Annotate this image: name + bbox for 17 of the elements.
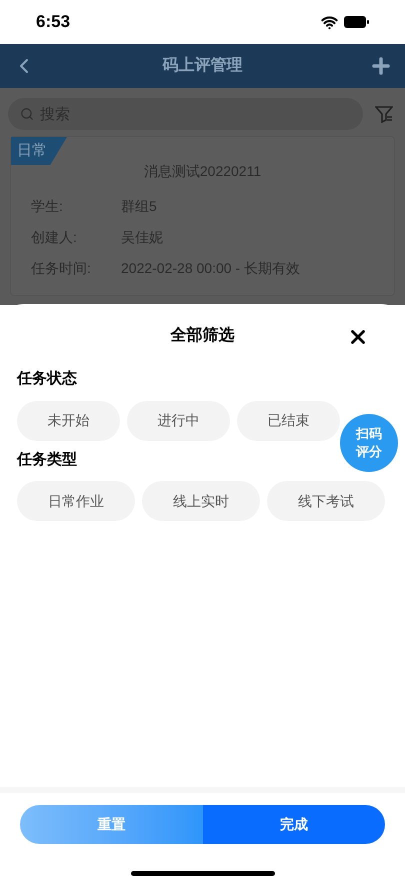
filter-option[interactable]: 线下考试 <box>267 481 385 521</box>
filter-option[interactable]: 进行中 <box>127 400 230 440</box>
filter-icon[interactable] <box>375 105 393 123</box>
nav-title: 码上评管理 <box>162 56 242 76</box>
filter-option[interactable]: 线上实时 <box>142 481 260 521</box>
filter-option[interactable]: 未开始 <box>17 400 120 440</box>
task-type-tag: 日常 <box>11 137 67 165</box>
status-time: 6:53 <box>36 11 70 34</box>
battery-icon <box>344 16 369 28</box>
filter-option[interactable]: 日常作业 <box>17 481 135 521</box>
section-title: 任务类型 <box>17 450 77 470</box>
section-title: 任务状态 <box>17 369 77 389</box>
confirm-button[interactable]: 完成 <box>202 805 385 844</box>
sheet-title: 全部筛选 <box>170 325 234 346</box>
search-icon <box>20 107 34 121</box>
wifi-icon <box>321 14 338 30</box>
filter-option[interactable]: 已结束 <box>237 400 340 440</box>
